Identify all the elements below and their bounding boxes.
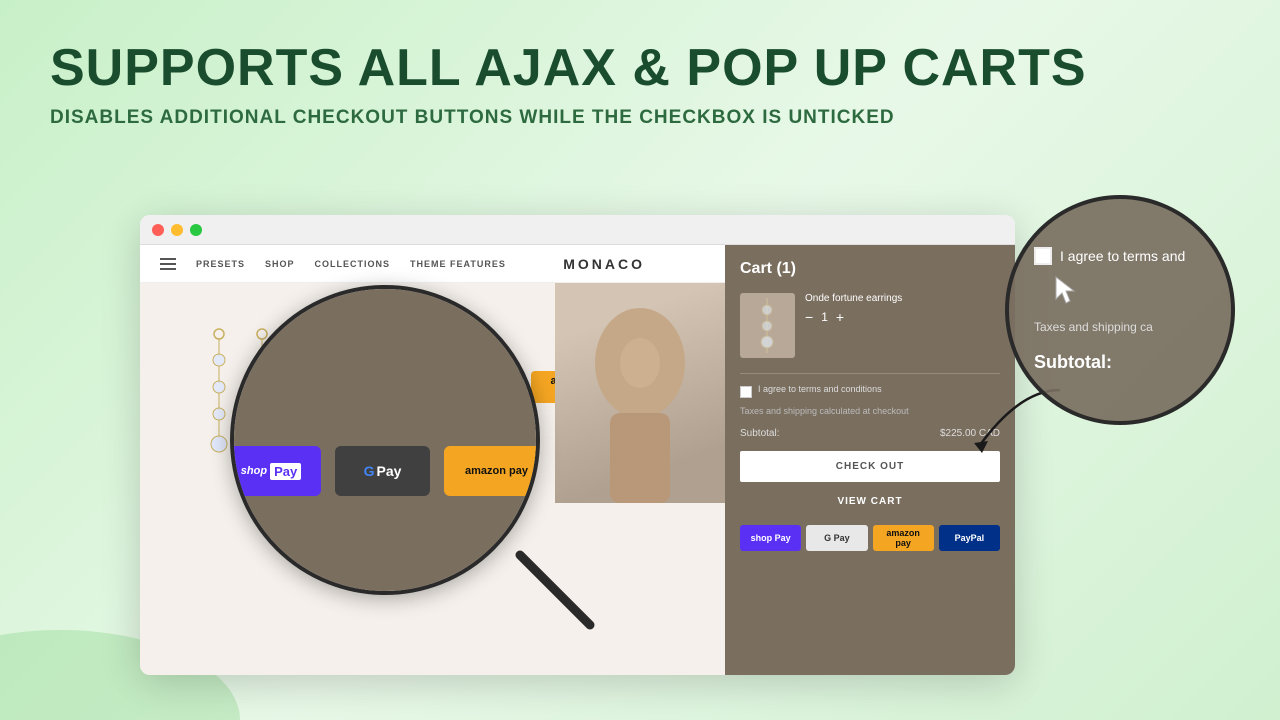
nav-presets[interactable]: PRESETS <box>196 259 245 269</box>
callout-terms-text: I agree to terms and <box>1060 248 1185 264</box>
magnifier-content: shop Pay GPay amazonpay <box>234 289 536 591</box>
cart-item-name: Onde fortune earrings <box>805 293 1000 304</box>
magnified-amazon: amazonpay <box>444 446 540 496</box>
browser-titlebar <box>140 215 1015 245</box>
view-cart-button[interactable]: VIEW CART <box>740 488 1000 515</box>
maximize-dot[interactable] <box>190 224 202 236</box>
cart-item: Onde fortune earrings − 1 + <box>740 293 1000 358</box>
cart-shop-pay-button[interactable]: shop Pay <box>740 525 801 551</box>
qty-increase-button[interactable]: + <box>836 309 844 325</box>
cart-earring-img <box>750 298 785 353</box>
nav-theme-features[interactable]: THEME FEATURES <box>410 259 506 269</box>
cart-divider <box>740 373 1000 374</box>
nav-shop[interactable]: SHOP <box>265 259 295 269</box>
subtotal-label: Subtotal: <box>740 428 779 439</box>
store-nav: PRESETS SHOP COLLECTIONS THEME FEATURES … <box>140 245 725 283</box>
store-brand: MONACO <box>563 256 645 272</box>
nav-collections[interactable]: COLLECTIONS <box>315 259 391 269</box>
cart-title: Cart (1) <box>740 260 1000 278</box>
cart-paypal-button[interactable]: PayPal <box>939 525 1000 551</box>
qty-decrease-button[interactable]: − <box>805 309 813 325</box>
cart-item-image <box>740 293 795 358</box>
mouse-cursor <box>1054 275 1082 307</box>
close-dot[interactable] <box>152 224 164 236</box>
callout-subtotal-text: Subtotal: <box>1034 352 1112 373</box>
callout-checkbox-row: I agree to terms and <box>1034 247 1185 265</box>
hamburger-icon[interactable] <box>160 258 176 270</box>
magnified-shoppay: shop Pay <box>230 446 321 496</box>
zoom-callout: I agree to terms and Taxes and shipping … <box>1005 195 1235 425</box>
magnified-payment-buttons: shop Pay GPay amazonpay <box>230 446 540 496</box>
cart-gpay-button[interactable]: G Pay <box>806 525 867 551</box>
earring-left <box>205 328 233 458</box>
cart-payment-buttons: shop Pay G Pay amazon pay PayPal <box>740 525 1000 551</box>
product-photo <box>555 283 725 503</box>
minimize-dot[interactable] <box>171 224 183 236</box>
cart-item-info: Onde fortune earrings − 1 + <box>805 293 1000 358</box>
callout-shipping-text: Taxes and shipping ca <box>1034 320 1153 334</box>
magnifier-handle <box>510 545 600 635</box>
terms-text: I agree to terms and conditions <box>758 384 882 394</box>
sub-heading: DISABLES ADDITIONAL CHECKOUT BUTTONS WHI… <box>0 107 1280 159</box>
model-silhouette <box>555 283 725 503</box>
callout-checkbox <box>1034 247 1052 265</box>
main-heading: SUPPORTS ALL AJAX & POP UP CARTS <box>0 0 1280 107</box>
terms-checkbox[interactable] <box>740 386 752 398</box>
cursor-icon <box>1054 275 1082 312</box>
cart-amazon-button[interactable]: amazon pay <box>873 525 934 551</box>
magnifier: shop Pay GPay amazonpay <box>230 285 540 595</box>
qty-number: 1 <box>821 310 828 324</box>
qty-control: − 1 + <box>805 309 1000 325</box>
magnified-gpay: GPay <box>335 446 430 496</box>
